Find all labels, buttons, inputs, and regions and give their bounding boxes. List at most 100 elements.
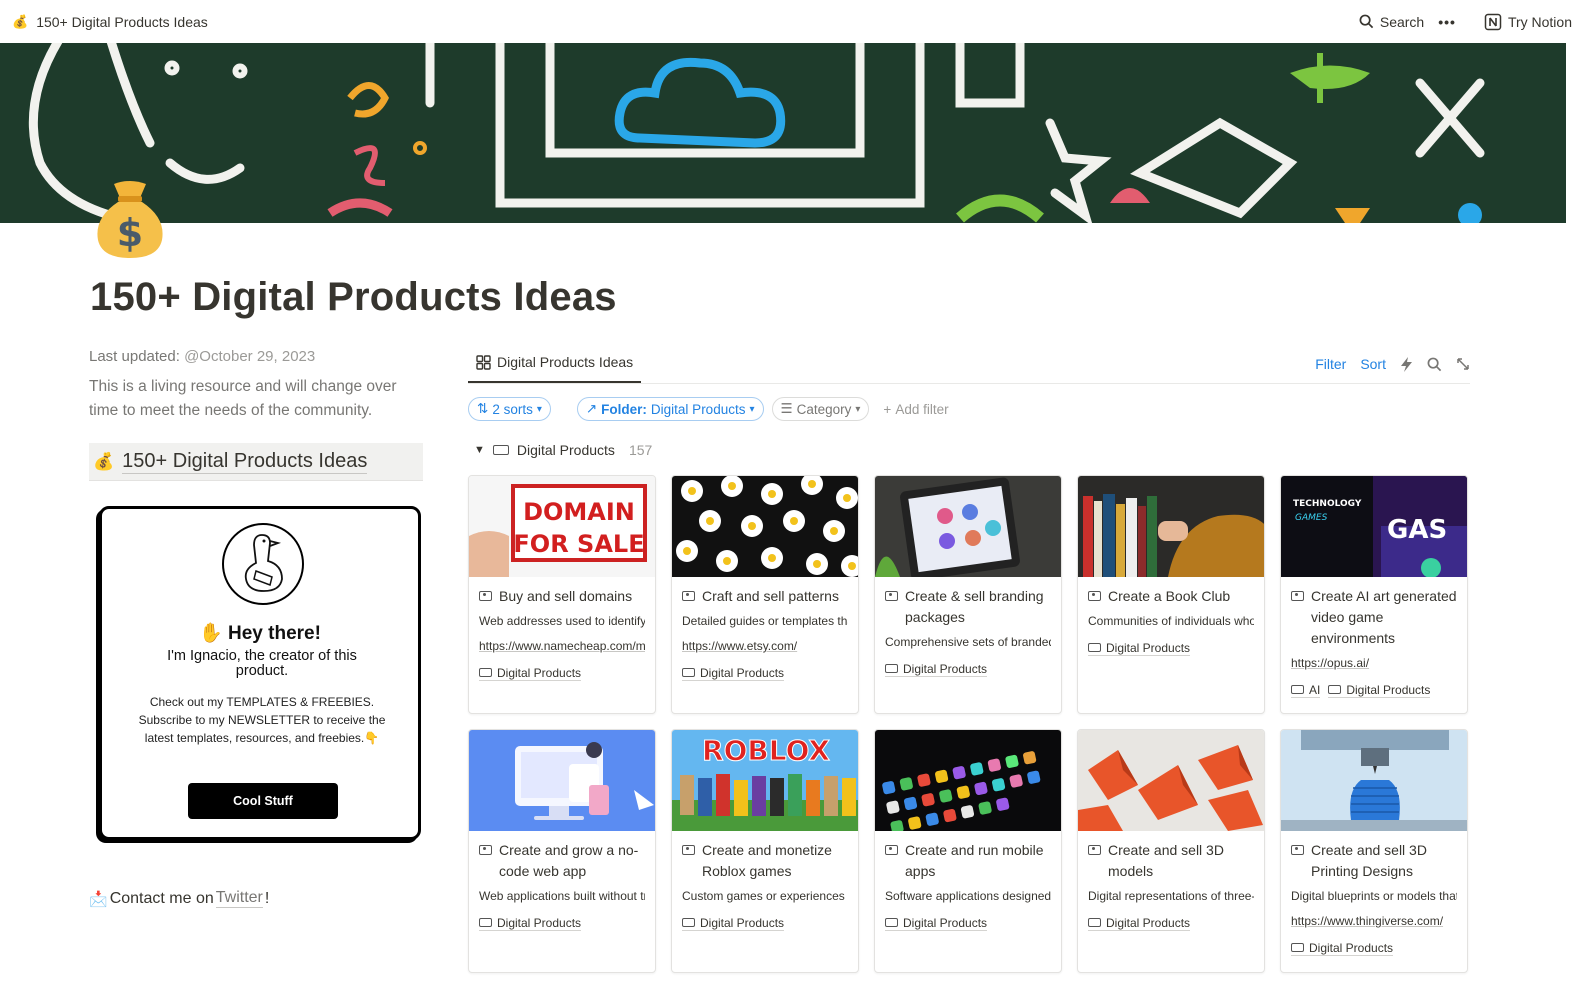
tag-digital-products: Digital Products: [479, 915, 582, 931]
card-cover-nocode: [469, 730, 655, 831]
last-updated-label: Last updated:: [89, 348, 185, 365]
chevron-down-icon: ▾: [536, 403, 542, 415]
relation-arrow-icon: ↗: [585, 401, 598, 416]
link-to-page-label: 150+ Digital Products Ideas: [122, 449, 368, 474]
top-bar: 💰 150+ Digital Products Ideas Search •••…: [0, 0, 1584, 43]
gallery-card[interactable]: Create and grow a no-code web app Web ap…: [468, 729, 656, 973]
card-description: Software applications designed to run on…: [885, 889, 1051, 903]
gallery-card[interactable]: Create and sell 3D Printing Designs Digi…: [1280, 729, 1468, 973]
card-url[interactable]: https://www.thingiverse.com/: [1291, 914, 1457, 932]
left-column: Last updated: @October 29, 2023 This is …: [89, 348, 423, 481]
page-icon: [1291, 845, 1304, 855]
card-tags: Digital Products: [682, 914, 848, 932]
gallery-card[interactable]: Create a Book Club Communities of indivi…: [1077, 475, 1265, 714]
page-icon: [1088, 845, 1101, 855]
card-description: Digital representations of three-dimensi…: [1088, 889, 1254, 903]
more-options-button[interactable]: •••: [1438, 14, 1456, 30]
gallery-card[interactable]: Create & sell branding packages Comprehe…: [874, 475, 1062, 714]
sort-arrows-icon: ⇅: [477, 401, 489, 416]
tag-label: Digital Products: [497, 665, 582, 680]
page-icon: [682, 591, 695, 601]
tag-label: Digital Products: [497, 915, 582, 930]
folder-tag-icon: [1088, 643, 1101, 652]
card-tags: AI Digital Products: [1291, 681, 1457, 699]
tag-label: Digital Products: [903, 661, 988, 676]
goose-icon: [244, 534, 283, 592]
greeting-text: Hey there!: [228, 623, 321, 644]
card-title: Create a Book Club: [1088, 586, 1254, 607]
domain-sign-line-2: FOR SALE: [513, 530, 644, 558]
domain-sign-line-1: DOMAIN: [523, 498, 635, 526]
folder-tag-icon: [479, 668, 492, 677]
gallery-card[interactable]: Create and run mobile apps Software appl…: [874, 729, 1062, 973]
card-description: Web addresses used to identify and acces…: [479, 614, 645, 628]
add-filter-label: Add filter: [895, 401, 949, 417]
chevron-down-icon: ▾: [855, 403, 861, 415]
promo-copy-text: Check out my TEMPLATES & FREEBIES. Subsc…: [138, 695, 386, 745]
category-filter-chip[interactable]: ☰ Category ▾: [771, 397, 870, 421]
contact-line: 📩 Contact me on Twitter !: [89, 889, 269, 908]
card-url[interactable]: https://www.namecheap.com/market: [479, 639, 645, 657]
sorts-chip[interactable]: ⇅ 2 sorts ▾: [468, 397, 551, 421]
gallery-card[interactable]: Create and sell 3D models Digital repres…: [1077, 729, 1265, 973]
try-notion-button[interactable]: Try Notion: [1484, 13, 1572, 31]
card-title: Create and grow a no-code web app: [479, 840, 645, 882]
card-cover-domain: DOMAIN FOR SALE: [469, 476, 655, 577]
page-icon: [479, 591, 492, 601]
toggle-triangle-icon[interactable]: ▼: [474, 444, 485, 456]
cool-stuff-button[interactable]: Cool Stuff: [188, 783, 338, 819]
search-label: Search: [1379, 13, 1425, 30]
card-title: Buy and sell domains: [479, 586, 645, 607]
folder-filter-key: Folder:: [601, 401, 647, 417]
twitter-link[interactable]: Twitter: [215, 889, 263, 908]
card-title-text: Craft and sell patterns: [702, 588, 839, 604]
date-mention[interactable]: @October 29, 2023: [184, 348, 315, 365]
card-cover-3d-printing: [1281, 730, 1467, 831]
card-url[interactable]: https://opus.ai/: [1291, 656, 1457, 674]
card-cover-bookshelf: [1078, 476, 1264, 577]
gallery-card[interactable]: DOMAIN FOR SALE Buy and sell domains Web …: [468, 475, 656, 714]
folder-filter-chip[interactable]: ↗ Folder: Digital Products ▾: [576, 397, 764, 421]
link-to-page-block[interactable]: 💰 150+ Digital Products Ideas: [89, 443, 423, 481]
group-header[interactable]: ▼ Digital Products 157: [468, 440, 1470, 460]
card-title: Craft and sell patterns: [682, 586, 848, 607]
folder-tag-icon: [1088, 918, 1101, 927]
card-title-text: Create and sell 3D Printing Designs: [1311, 842, 1427, 879]
card-cover-branding: [875, 476, 1061, 577]
page-icon: [1291, 591, 1304, 601]
breadcrumb[interactable]: 💰 150+ Digital Products Ideas: [12, 14, 208, 30]
tag-digital-products: Digital Products: [885, 661, 988, 677]
card-tags: Digital Products: [885, 914, 1051, 932]
card-url[interactable]: https://www.etsy.com/: [682, 639, 848, 657]
notion-logo-icon: [1484, 13, 1502, 30]
page-description: This is a living resource and will chang…: [89, 378, 397, 419]
tag-label: Digital Products: [1309, 940, 1394, 955]
folder-tag-icon: [1291, 943, 1304, 952]
tag-label: Digital Products: [1346, 682, 1431, 697]
gallery-card[interactable]: ROBLOX Create and monetize Roblox games …: [671, 729, 859, 973]
tag-ai: AI: [1291, 683, 1321, 698]
card-title: Create AI art generated video game envir…: [1291, 586, 1457, 649]
last-updated: Last updated: @October 29, 2023: [89, 348, 423, 365]
sorts-label: 2 sorts: [492, 401, 533, 417]
contact-prefix: Contact me on: [109, 889, 214, 907]
money-bag-link-icon: 💰: [93, 451, 115, 471]
add-filter-button[interactable]: + Add filter: [883, 402, 948, 417]
folder-tag-icon: [682, 918, 695, 927]
gallery-card[interactable]: TECHNOLOGY GAMES GAS Create AI art gener…: [1280, 475, 1468, 714]
lightning-icon[interactable]: [1400, 356, 1413, 372]
svg-text:$: $: [117, 211, 143, 255]
expand-icon[interactable]: [1456, 357, 1470, 371]
folder-tag-icon: [885, 918, 898, 927]
tag-digital-products: Digital Products: [1088, 916, 1191, 931]
sort-button[interactable]: Sort: [1360, 356, 1386, 372]
search-button[interactable]: Search: [1359, 14, 1424, 30]
gallery-card[interactable]: Craft and sell patterns Detailed guides …: [671, 475, 859, 714]
page-icon-money-bag[interactable]: $: [92, 178, 168, 262]
goose-avatar: [222, 523, 304, 605]
card-title: Create & sell branding packages: [885, 586, 1051, 628]
search-icon[interactable]: [1427, 357, 1442, 372]
filter-button[interactable]: Filter: [1315, 356, 1346, 372]
view-tab-label: Digital Products Ideas: [497, 354, 634, 370]
tab-gallery-view[interactable]: Digital Products Ideas: [468, 354, 642, 383]
